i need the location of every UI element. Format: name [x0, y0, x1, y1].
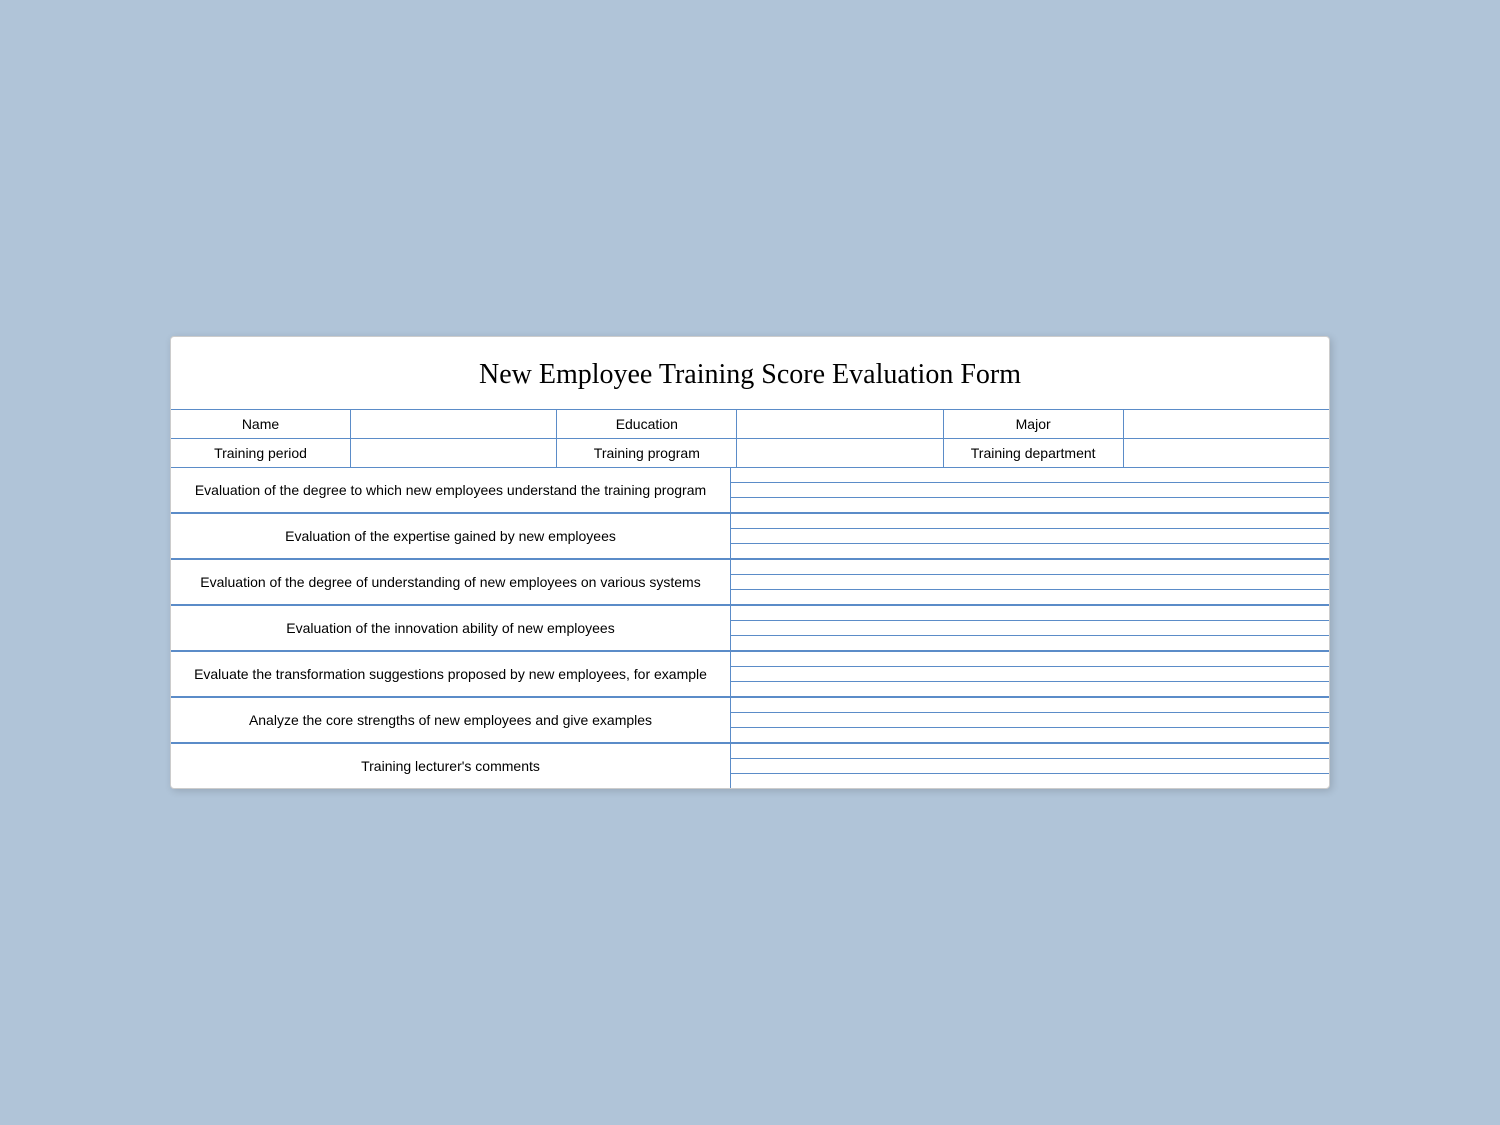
section-lines-1 [731, 468, 1329, 512]
table-row[interactable] [731, 575, 1329, 590]
section-label-7: Training lecturer's comments [171, 744, 731, 788]
section-label-5: Evaluate the transformation suggestions … [171, 652, 731, 696]
section-lines-2 [731, 514, 1329, 558]
table-row[interactable] [731, 544, 1329, 558]
section-lines-6 [731, 698, 1329, 742]
section-row-5: Evaluate the transformation suggestions … [171, 652, 1329, 698]
table-row[interactable] [731, 774, 1329, 788]
major-label: Major [944, 410, 1124, 438]
training-period-value[interactable] [351, 439, 557, 467]
section-lines-4 [731, 606, 1329, 650]
table-row[interactable] [731, 698, 1329, 713]
section-row-2: Evaluation of the expertise gained by ne… [171, 514, 1329, 560]
table-row[interactable] [731, 636, 1329, 650]
section-lines-3 [731, 560, 1329, 604]
section-lines-5 [731, 652, 1329, 696]
education-value[interactable] [737, 410, 943, 438]
section-label-6: Analyze the core strengths of new employ… [171, 698, 731, 742]
section-label-2: Evaluation of the expertise gained by ne… [171, 514, 731, 558]
training-dept-label: Training department [944, 439, 1124, 467]
table-row[interactable] [731, 498, 1329, 512]
section-row-7: Training lecturer's comments [171, 744, 1329, 788]
name-value[interactable] [351, 410, 557, 438]
table-row[interactable] [731, 590, 1329, 604]
table-row[interactable] [731, 759, 1329, 774]
table-row[interactable] [731, 621, 1329, 636]
section-label-3: Evaluation of the degree of understandin… [171, 560, 731, 604]
table-row[interactable] [731, 652, 1329, 667]
sections-container: Evaluation of the degree to which new em… [171, 468, 1329, 788]
education-label: Education [557, 410, 737, 438]
section-label-4: Evaluation of the innovation ability of … [171, 606, 731, 650]
table-row[interactable] [731, 483, 1329, 498]
name-label: Name [171, 410, 351, 438]
header-row-2: Training period Training program Trainin… [171, 439, 1329, 468]
table-row[interactable] [731, 667, 1329, 682]
table-row[interactable] [731, 529, 1329, 544]
table-row[interactable] [731, 744, 1329, 759]
table-row[interactable] [731, 514, 1329, 529]
section-row-6: Analyze the core strengths of new employ… [171, 698, 1329, 744]
table-row[interactable] [731, 560, 1329, 575]
table-row[interactable] [731, 606, 1329, 621]
major-value[interactable] [1124, 410, 1329, 438]
training-period-label: Training period [171, 439, 351, 467]
section-label-1: Evaluation of the degree to which new em… [171, 468, 731, 512]
form-title: New Employee Training Score Evaluation F… [171, 337, 1329, 410]
training-program-value[interactable] [737, 439, 943, 467]
section-row-1: Evaluation of the degree to which new em… [171, 468, 1329, 514]
table-row[interactable] [731, 682, 1329, 696]
table-row[interactable] [731, 713, 1329, 728]
table-row[interactable] [731, 728, 1329, 742]
training-dept-value[interactable] [1124, 439, 1329, 467]
header-row-1: Name Education Major [171, 410, 1329, 439]
training-program-label: Training program [557, 439, 737, 467]
section-row-3: Evaluation of the degree of understandin… [171, 560, 1329, 606]
table-row[interactable] [731, 468, 1329, 483]
section-row-4: Evaluation of the innovation ability of … [171, 606, 1329, 652]
section-lines-7 [731, 744, 1329, 788]
form-container: New Employee Training Score Evaluation F… [170, 336, 1330, 789]
